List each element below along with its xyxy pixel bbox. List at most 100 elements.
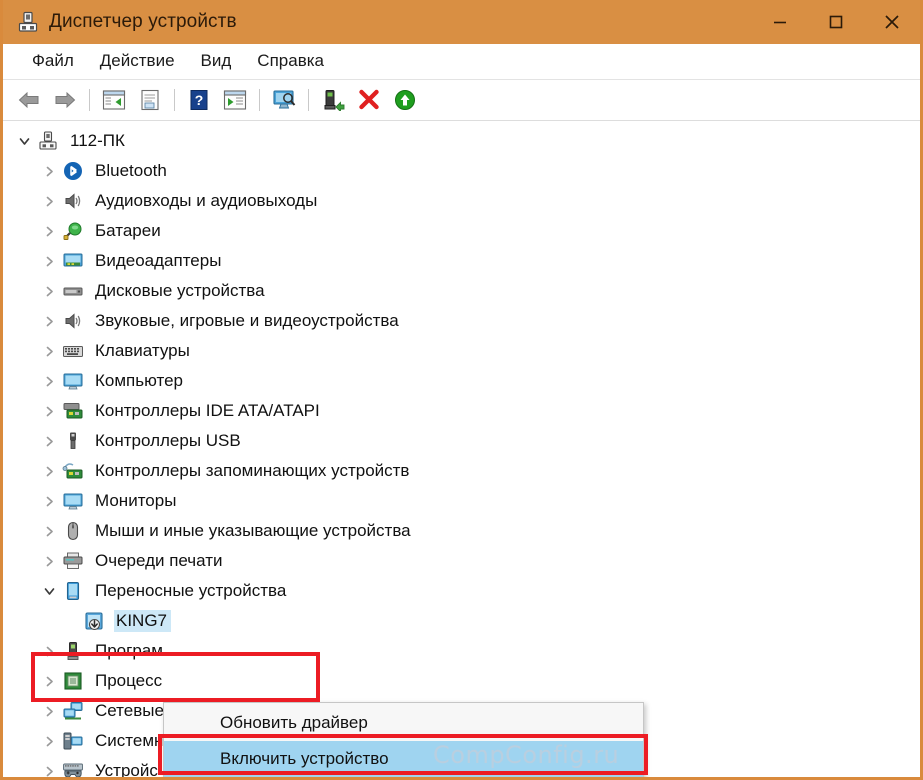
chevron-right-icon[interactable] (36, 366, 62, 396)
scan-hardware-changes-icon[interactable] (267, 84, 301, 116)
chevron-right-icon[interactable] (36, 756, 62, 777)
hid-gamepad-icon (62, 760, 84, 777)
menu-view[interactable]: Вид (188, 48, 245, 75)
display-adapter-icon (62, 250, 84, 272)
tree-node-storage-controllers[interactable]: Контроллеры запоминающих устройств (3, 456, 920, 486)
chevron-right-icon[interactable] (36, 276, 62, 306)
printer-icon (62, 550, 84, 572)
battery-icon (62, 220, 84, 242)
tree-node-batteries[interactable]: Батареи (3, 216, 920, 246)
menu-action[interactable]: Действие (87, 48, 188, 75)
tree-node-label: Мыши и иные указывающие устройства (95, 521, 411, 540)
disable-device-icon[interactable] (352, 84, 386, 116)
mouse-icon (62, 520, 84, 542)
context-menu-item-enable-device[interactable]: Включить устройство (164, 741, 643, 777)
chevron-right-icon[interactable] (36, 696, 62, 726)
chevron-right-icon[interactable] (36, 546, 62, 576)
tree-node-audio-io[interactable]: Аудиовходы и аудиовыходы (3, 186, 920, 216)
tree-node-label: 112-ПК (70, 131, 125, 150)
uninstall-device-icon[interactable] (388, 84, 422, 116)
tree-node-processors[interactable]: Процесс (3, 666, 920, 696)
tree-node-label: Аудиовходы и аудиовыходы (95, 191, 318, 210)
chevron-right-icon[interactable] (36, 486, 62, 516)
processor-icon (62, 670, 84, 692)
chevron-right-icon[interactable] (36, 726, 62, 756)
properties-icon[interactable] (133, 84, 167, 116)
tree-node-label: Контроллеры запоминающих устройств (95, 461, 410, 480)
chevron-right-icon[interactable] (36, 216, 62, 246)
tree-node-label: Клавиатуры (95, 341, 190, 360)
device-manager-icon (17, 11, 39, 33)
tree-node-label: Компьютер (95, 371, 183, 390)
disabled-device-icon (83, 610, 105, 632)
chevron-down-icon[interactable] (36, 576, 62, 606)
show-hide-console-tree-icon[interactable] (97, 84, 131, 116)
close-button[interactable] (864, 0, 920, 44)
chevron-right-icon[interactable] (36, 456, 62, 486)
computer-root-icon (37, 130, 59, 152)
tree-node-label: KING7 (116, 611, 168, 630)
tree-node-display-adapters[interactable]: Видеоадаптеры (3, 246, 920, 276)
tree-node-label: Системн (95, 731, 164, 750)
tree-node-sound-video-game[interactable]: Звуковые, игровые и видеоустройства (3, 306, 920, 336)
tree-node-label: Процесс (95, 671, 163, 690)
chevron-right-icon[interactable] (36, 666, 62, 696)
update-driver-icon[interactable] (218, 84, 252, 116)
maximize-button[interactable] (808, 0, 864, 44)
tree-node-ide-controllers[interactable]: Контроллеры IDE ATA/ATAPI (3, 396, 920, 426)
tree-node-king7[interactable]: KING7 (3, 606, 920, 636)
toolbar: ? (3, 80, 920, 121)
chevron-right-icon[interactable] (36, 186, 62, 216)
tree-node-root[interactable]: 112-ПК (3, 126, 920, 156)
speaker-icon (62, 310, 84, 332)
toolbar-separator (259, 89, 260, 111)
enable-device-icon[interactable] (316, 84, 350, 116)
back-arrow-icon[interactable] (12, 84, 46, 116)
menu-help[interactable]: Справка (244, 48, 337, 75)
chevron-right-icon[interactable] (36, 306, 62, 336)
help-icon[interactable]: ? (182, 84, 216, 116)
title-bar[interactable]: Диспетчер устройств (3, 0, 920, 44)
tree-node-portable-devices[interactable]: Переносные устройства (3, 576, 920, 606)
context-menu[interactable]: Обновить драйвер Включить устройство Уда… (163, 702, 644, 777)
window-title: Диспетчер устройств (49, 11, 237, 32)
chevron-right-icon[interactable] (36, 246, 62, 276)
tree-node-label: Звуковые, игровые и видеоустройства (95, 311, 399, 330)
tree-node-computer[interactable]: Компьютер (3, 366, 920, 396)
tree-node-usb-controllers[interactable]: Контроллеры USB (3, 426, 920, 456)
chevron-down-icon[interactable] (11, 126, 37, 156)
tree-node-label: Переносные устройства (95, 581, 287, 600)
toolbar-separator (89, 89, 90, 111)
window-controls (752, 0, 920, 44)
tree-node-label: Контроллеры USB (95, 431, 241, 450)
tree-node-mice[interactable]: Мыши и иные указывающие устройства (3, 516, 920, 546)
tree-node-print-queues[interactable]: Очереди печати (3, 546, 920, 576)
tree-node-software-devices[interactable]: Програм (3, 636, 920, 666)
device-manager-window: Диспетчер устройств Файл Действие Вид Сп… (0, 0, 923, 780)
tree-node-bluetooth[interactable]: Bluetooth (3, 156, 920, 186)
tree-node-keyboards[interactable]: Клавиатуры (3, 336, 920, 366)
chevron-right-icon[interactable] (36, 156, 62, 186)
context-menu-item-update-driver[interactable]: Обновить драйвер (164, 705, 643, 741)
menu-file[interactable]: Файл (19, 48, 87, 75)
tree-node-label: Устройс (95, 761, 158, 777)
chevron-right-icon[interactable] (36, 516, 62, 546)
network-adapter-icon (62, 700, 84, 722)
portable-device-icon (62, 580, 84, 602)
chevron-right-icon[interactable] (36, 336, 62, 366)
chevron-right-icon[interactable] (36, 396, 62, 426)
minimize-button[interactable] (752, 0, 808, 44)
tree-node-disk-drives[interactable]: Дисковые устройства (3, 276, 920, 306)
tree-node-label: Батареи (95, 221, 161, 240)
tree-node-monitors[interactable]: Мониторы (3, 486, 920, 516)
speaker-icon (62, 190, 84, 212)
monitor-icon (62, 490, 84, 512)
chevron-right-icon[interactable] (36, 636, 62, 666)
forward-arrow-icon[interactable] (48, 84, 82, 116)
tree-node-label: Контроллеры IDE ATA/ATAPI (95, 401, 320, 420)
toolbar-separator (308, 89, 309, 111)
device-tree[interactable]: 112-ПК Bluetooth Аудиовходы и аудиовыход… (3, 121, 920, 777)
tree-node-label: Дисковые устройства (95, 281, 265, 300)
chevron-right-icon[interactable] (36, 426, 62, 456)
usb-icon (62, 430, 84, 452)
